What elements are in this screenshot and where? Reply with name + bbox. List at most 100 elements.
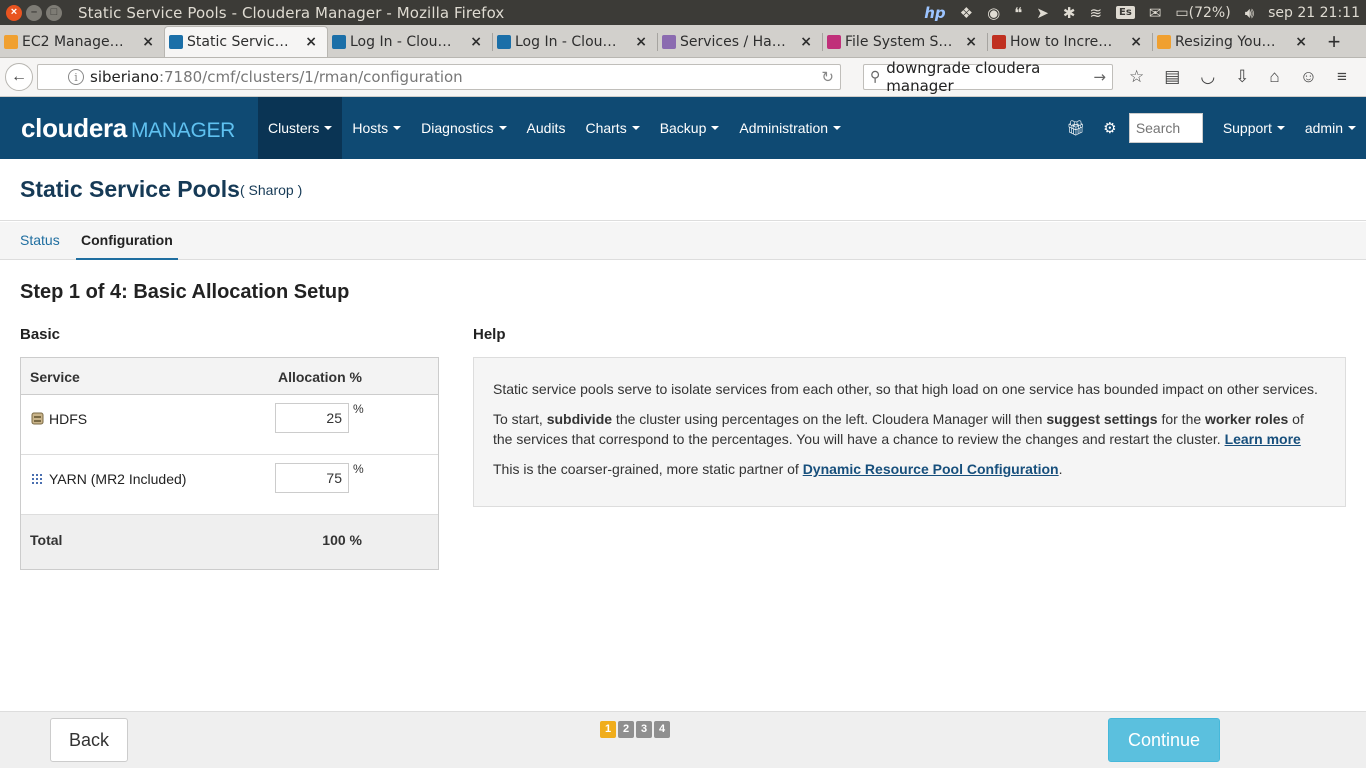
browser-tab[interactable]: EC2 Manage… × — [0, 26, 164, 57]
total-label: Total — [30, 532, 63, 548]
browser-tab[interactable]: File System S… × — [823, 26, 987, 57]
cluster-link[interactable]: ( Sharop ) — [240, 182, 302, 198]
keyboard-layout-indicator[interactable]: Es — [1116, 6, 1135, 19]
step-4[interactable]: 4 — [654, 721, 670, 738]
user-menu[interactable]: admin — [1295, 97, 1366, 159]
close-window-icon[interactable]: × — [6, 4, 22, 21]
tab-list: EC2 Manage… × Static Servic… × Log In - Clou… — [0, 26, 1317, 57]
url-bar[interactable]: i siberiano:7180/cmf/clusters/1/rman/con… — [37, 64, 841, 90]
dropbox-icon[interactable]: ❖ — [960, 4, 973, 22]
browser-tab[interactable]: Log In - Clou… × — [328, 26, 492, 57]
nav-label: Backup — [659, 120, 707, 136]
wifi-icon[interactable]: ≋ — [1089, 4, 1102, 22]
minimize-window-icon[interactable]: – — [26, 4, 42, 21]
chat-icon[interactable]: ❝ — [1014, 4, 1022, 22]
battery-percent: (72%) — [1188, 4, 1231, 21]
browser-back-button[interactable]: ← — [5, 63, 33, 91]
step-3[interactable]: 3 — [636, 721, 652, 738]
continue-button[interactable]: Continue — [1108, 718, 1220, 762]
main-nav: Clusters Hosts Diagnostics Audits Charts Back… — [258, 97, 851, 159]
browser-search-box[interactable]: ⚲ downgrade cloudera manager → — [863, 59, 1113, 95]
chevron-down-icon — [1348, 126, 1356, 130]
system-tray: hp ❖ ◉ ❝ ➤ ✱ ≋ Es ✉ ▭(72%) 🔊︎ sep 21 21:… — [924, 0, 1360, 25]
column-header-service: Service — [30, 369, 80, 385]
hp-icon[interactable]: hp — [924, 4, 945, 22]
url-path: :7180/cmf/clusters/1/rman/configuration — [158, 68, 463, 86]
hdfs-allocation-input[interactable] — [275, 403, 349, 433]
browser-tab[interactable]: Services / Ha… × — [658, 26, 822, 57]
tab-close-icon[interactable]: × — [470, 34, 482, 50]
table-total-row: Total 100 % — [21, 515, 438, 569]
new-tab-button[interactable]: + — [1317, 26, 1351, 57]
maximize-window-icon[interactable]: □ — [46, 4, 62, 21]
help-paragraph-2: To start, subdivide the cluster using pe… — [493, 409, 1326, 449]
search-go-icon[interactable]: → — [1093, 68, 1106, 86]
tab-label: Log In - Clou… — [515, 33, 617, 50]
downloads-icon[interactable]: ⇩ — [1235, 67, 1249, 87]
back-button[interactable]: Back — [50, 718, 128, 762]
browser-toolbar-icons: ☆ ▤ ◡ ⇩ ⌂ ☺ ≡ — [1129, 67, 1347, 87]
volume-icon[interactable]: 🔊︎ — [1245, 4, 1254, 22]
browser-tab[interactable]: Resizing You… × — [1153, 26, 1317, 57]
nav-item-administration[interactable]: Administration — [729, 97, 851, 159]
battery-indicator[interactable]: ▭(72%) — [1175, 5, 1230, 21]
home-icon[interactable]: ⌂ — [1269, 67, 1279, 87]
pocket-icon[interactable]: ◡ — [1200, 67, 1215, 87]
running-commands-icon[interactable]: ⚙ — [1093, 119, 1127, 137]
browser-nav-bar: ← i siberiano:7180/cmf/clusters/1/rman/c… — [0, 58, 1366, 97]
bookmark-star-icon[interactable]: ☆ — [1129, 67, 1144, 87]
tab-close-icon[interactable]: × — [635, 34, 647, 50]
nav-label: Audits — [526, 120, 566, 136]
yarn-allocation-input[interactable] — [275, 463, 349, 493]
tab-close-icon[interactable]: × — [800, 34, 812, 50]
support-menu[interactable]: Support — [1213, 97, 1295, 159]
column-header-allocation: Allocation % — [277, 369, 362, 385]
hamburger-menu-icon[interactable]: ≡ — [1337, 67, 1347, 87]
dynamic-resource-pool-link[interactable]: Dynamic Resource Pool Configuration — [803, 461, 1059, 477]
header-search-input[interactable] — [1128, 113, 1203, 143]
learn-more-link[interactable]: Learn more — [1225, 431, 1301, 447]
telegram-icon[interactable]: ➤ — [1036, 4, 1049, 22]
search-icon: ⚲ — [870, 69, 881, 85]
favicon-icon — [992, 34, 1006, 49]
nav-item-audits[interactable]: Audits — [517, 97, 576, 159]
nav-item-charts[interactable]: Charts — [575, 97, 649, 159]
reload-icon[interactable]: ↻ — [821, 68, 834, 86]
tab-close-icon[interactable]: × — [1130, 34, 1142, 50]
favicon-icon — [662, 34, 676, 49]
tab-close-icon[interactable]: × — [142, 34, 154, 50]
tab-close-icon[interactable]: × — [1295, 34, 1307, 50]
browser-tab[interactable]: Log In - Clou… × — [493, 26, 657, 57]
mail-icon[interactable]: ✉ — [1149, 4, 1162, 22]
chrome-icon[interactable]: ◉ — [987, 4, 1000, 22]
nav-label: Diagnostics — [421, 120, 494, 136]
chat-bubble-icon[interactable]: ☺ — [1300, 67, 1317, 87]
window-title: Static Service Pools - Cloudera Manager … — [78, 3, 505, 22]
nav-item-clusters[interactable]: Clusters — [258, 97, 343, 159]
nav-item-backup[interactable]: Backup — [650, 97, 730, 159]
nav-item-hosts[interactable]: Hosts — [342, 97, 411, 159]
chevron-down-icon — [393, 126, 402, 130]
tab-close-icon[interactable]: × — [965, 34, 977, 50]
step-2[interactable]: 2 — [618, 721, 634, 738]
total-value: 100 % — [322, 532, 362, 548]
user-label: admin — [1304, 120, 1343, 136]
step-1[interactable]: 1 — [600, 721, 616, 738]
hdfs-icon — [31, 412, 44, 425]
tab-label: File System S… — [845, 33, 953, 50]
tab-configuration[interactable]: Configuration — [76, 222, 178, 260]
tab-label: Resizing You… — [1175, 33, 1276, 50]
browser-tab[interactable]: How to Incre… × — [988, 26, 1152, 57]
site-info-icon[interactable]: i — [68, 69, 84, 85]
nav-label: Administration — [739, 120, 829, 136]
clock[interactable]: sep 21 21:11 — [1268, 5, 1360, 21]
nav-item-diagnostics[interactable]: Diagnostics — [411, 97, 516, 159]
tab-close-icon[interactable]: × — [305, 34, 317, 50]
gift-icon[interactable]: 🎁︎ — [1059, 119, 1093, 137]
help-text: for the — [1157, 411, 1206, 427]
cloudera-manager-logo[interactable]: cloudera MANAGER — [21, 113, 258, 144]
tab-status[interactable]: Status — [20, 222, 60, 260]
browser-tab[interactable]: Static Servic… × — [164, 26, 328, 57]
reading-list-icon[interactable]: ▤ — [1164, 67, 1180, 87]
settings-icon[interactable]: ✱ — [1063, 4, 1076, 22]
